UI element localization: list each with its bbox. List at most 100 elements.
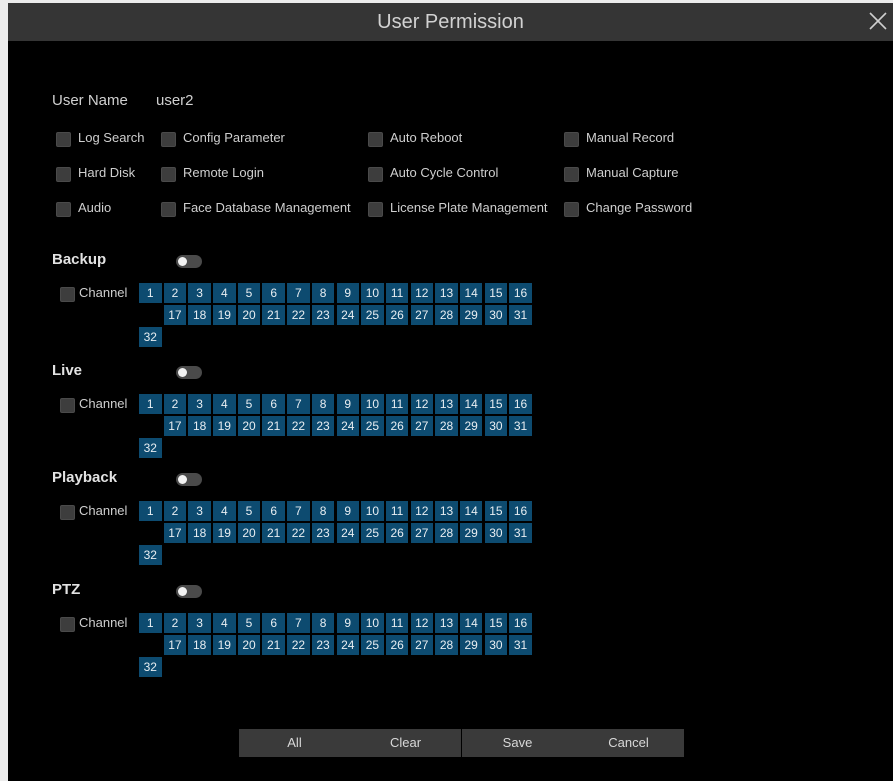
backup-channel-32[interactable]: 32 xyxy=(139,327,162,347)
live-channel-11[interactable]: 11 xyxy=(385,394,409,414)
backup-channel-28[interactable]: 28 xyxy=(435,305,458,325)
live-channel-19[interactable]: 19 xyxy=(213,416,236,436)
playback-channel-15[interactable]: 15 xyxy=(484,501,508,521)
playback-channel-13[interactable]: 13 xyxy=(435,501,458,521)
ptz-channel-3[interactable]: 3 xyxy=(188,613,211,633)
live-channel-18[interactable]: 18 xyxy=(188,416,211,436)
live-channel-checkbox[interactable] xyxy=(60,398,75,413)
clear-button[interactable]: Clear xyxy=(350,729,461,757)
ptz-channel-27[interactable]: 27 xyxy=(410,635,434,655)
backup-channel-9[interactable]: 9 xyxy=(336,283,359,303)
backup-channel-25[interactable]: 25 xyxy=(361,305,384,325)
live-channel-23[interactable]: 23 xyxy=(311,416,335,436)
ptz-channel-5[interactable]: 5 xyxy=(237,613,261,633)
backup-channel-19[interactable]: 19 xyxy=(213,305,236,325)
checkbox-auto-cycle-control[interactable] xyxy=(368,167,383,182)
playback-channel-2[interactable]: 2 xyxy=(163,501,187,521)
ptz-channel-12[interactable]: 12 xyxy=(410,613,434,633)
ptz-channel-8[interactable]: 8 xyxy=(311,613,335,633)
backup-channel-4[interactable]: 4 xyxy=(213,283,236,303)
backup-channel-27[interactable]: 27 xyxy=(410,305,434,325)
live-channel-6[interactable]: 6 xyxy=(262,394,285,414)
live-channel-25[interactable]: 25 xyxy=(361,416,384,436)
live-channel-30[interactable]: 30 xyxy=(484,416,508,436)
live-channel-15[interactable]: 15 xyxy=(484,394,508,414)
live-channel-12[interactable]: 12 xyxy=(410,394,434,414)
ptz-channel-29[interactable]: 29 xyxy=(459,635,483,655)
ptz-channel-7[interactable]: 7 xyxy=(287,613,310,633)
backup-channel-11[interactable]: 11 xyxy=(385,283,409,303)
ptz-channel-checkbox[interactable] xyxy=(60,617,75,632)
checkbox-hard-disk[interactable] xyxy=(56,167,71,182)
backup-channel-24[interactable]: 24 xyxy=(336,305,359,325)
live-channel-32[interactable]: 32 xyxy=(139,438,162,458)
playback-channel-8[interactable]: 8 xyxy=(311,501,335,521)
ptz-channel-18[interactable]: 18 xyxy=(188,635,211,655)
ptz-channel-19[interactable]: 19 xyxy=(213,635,236,655)
backup-channel-23[interactable]: 23 xyxy=(311,305,335,325)
playback-channel-23[interactable]: 23 xyxy=(311,523,335,543)
backup-channel-18[interactable]: 18 xyxy=(188,305,211,325)
ptz-toggle[interactable] xyxy=(176,585,202,598)
backup-channel-16[interactable]: 16 xyxy=(509,283,532,303)
live-channel-24[interactable]: 24 xyxy=(336,416,359,436)
backup-toggle[interactable] xyxy=(176,255,202,268)
backup-channel-13[interactable]: 13 xyxy=(435,283,458,303)
all-button[interactable]: All xyxy=(239,729,350,757)
playback-channel-3[interactable]: 3 xyxy=(188,501,211,521)
playback-channel-16[interactable]: 16 xyxy=(509,501,532,521)
live-channel-9[interactable]: 9 xyxy=(336,394,359,414)
save-button[interactable]: Save xyxy=(462,729,573,757)
backup-channel-12[interactable]: 12 xyxy=(410,283,434,303)
live-channel-29[interactable]: 29 xyxy=(459,416,483,436)
backup-channel-31[interactable]: 31 xyxy=(509,305,532,325)
checkbox-manual-capture[interactable] xyxy=(564,167,579,182)
checkbox-audio[interactable] xyxy=(56,202,71,217)
ptz-channel-24[interactable]: 24 xyxy=(336,635,359,655)
playback-channel-26[interactable]: 26 xyxy=(385,523,409,543)
checkbox-manual-record[interactable] xyxy=(564,132,579,147)
live-channel-16[interactable]: 16 xyxy=(509,394,532,414)
playback-channel-10[interactable]: 10 xyxy=(361,501,384,521)
playback-channel-18[interactable]: 18 xyxy=(188,523,211,543)
live-channel-14[interactable]: 14 xyxy=(459,394,483,414)
live-toggle[interactable] xyxy=(176,366,202,379)
live-channel-7[interactable]: 7 xyxy=(287,394,310,414)
playback-channel-9[interactable]: 9 xyxy=(336,501,359,521)
playback-channel-7[interactable]: 7 xyxy=(287,501,310,521)
ptz-channel-1[interactable]: 1 xyxy=(139,613,162,633)
playback-channel-21[interactable]: 21 xyxy=(262,523,285,543)
playback-channel-12[interactable]: 12 xyxy=(410,501,434,521)
cancel-button[interactable]: Cancel xyxy=(573,729,684,757)
checkbox-face-database-management[interactable] xyxy=(161,202,176,217)
ptz-channel-20[interactable]: 20 xyxy=(237,635,261,655)
playback-channel-11[interactable]: 11 xyxy=(385,501,409,521)
playback-channel-20[interactable]: 20 xyxy=(237,523,261,543)
checkbox-log-search[interactable] xyxy=(56,132,71,147)
ptz-channel-22[interactable]: 22 xyxy=(287,635,310,655)
backup-channel-15[interactable]: 15 xyxy=(484,283,508,303)
live-channel-8[interactable]: 8 xyxy=(311,394,335,414)
ptz-channel-17[interactable]: 17 xyxy=(163,635,187,655)
live-channel-4[interactable]: 4 xyxy=(213,394,236,414)
live-channel-26[interactable]: 26 xyxy=(385,416,409,436)
backup-channel-2[interactable]: 2 xyxy=(163,283,187,303)
playback-channel-24[interactable]: 24 xyxy=(336,523,359,543)
ptz-channel-32[interactable]: 32 xyxy=(139,657,162,677)
backup-channel-30[interactable]: 30 xyxy=(484,305,508,325)
playback-channel-25[interactable]: 25 xyxy=(361,523,384,543)
playback-channel-17[interactable]: 17 xyxy=(163,523,187,543)
checkbox-config-parameter[interactable] xyxy=(161,132,176,147)
playback-channel-6[interactable]: 6 xyxy=(262,501,285,521)
live-channel-5[interactable]: 5 xyxy=(237,394,261,414)
playback-channel-22[interactable]: 22 xyxy=(287,523,310,543)
ptz-channel-28[interactable]: 28 xyxy=(435,635,458,655)
live-channel-13[interactable]: 13 xyxy=(435,394,458,414)
ptz-channel-10[interactable]: 10 xyxy=(361,613,384,633)
ptz-channel-9[interactable]: 9 xyxy=(336,613,359,633)
ptz-channel-23[interactable]: 23 xyxy=(311,635,335,655)
playback-channel-27[interactable]: 27 xyxy=(410,523,434,543)
backup-channel-14[interactable]: 14 xyxy=(459,283,483,303)
live-channel-27[interactable]: 27 xyxy=(410,416,434,436)
playback-channel-28[interactable]: 28 xyxy=(435,523,458,543)
